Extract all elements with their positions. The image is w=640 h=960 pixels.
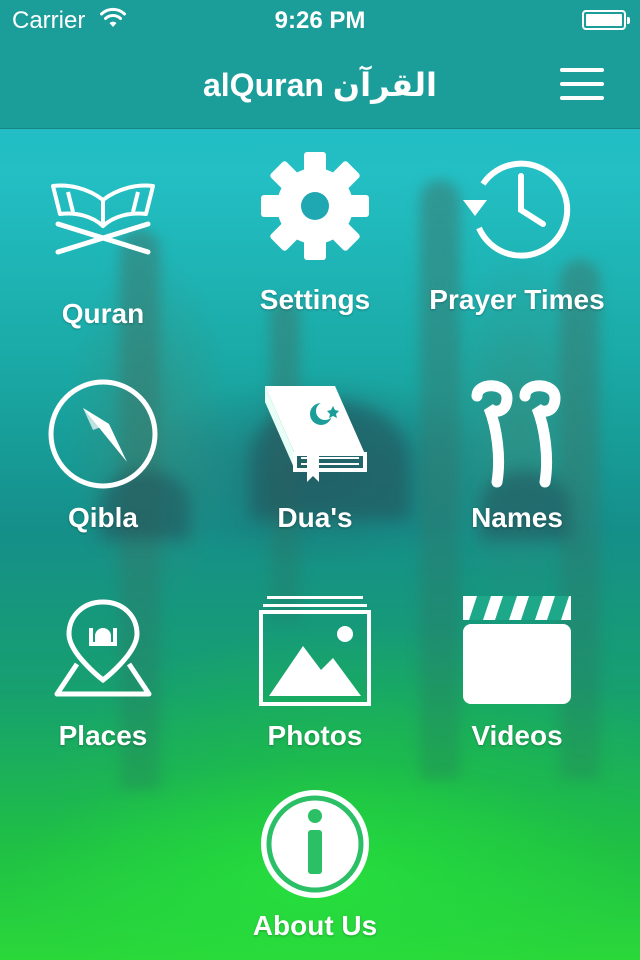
menu-item-label: Qibla [67, 502, 138, 533]
hamburger-menu-icon[interactable] [560, 68, 604, 100]
menu-item-about-us[interactable]: About Us [210, 788, 420, 960]
menu-item-label: Settings [259, 284, 371, 315]
menu-item-label: Quran [61, 298, 145, 329]
menu-item-label: Places [58, 720, 148, 751]
status-time: 9:26 PM [274, 7, 366, 34]
navigation-bar: alQuran القرآن [0, 40, 640, 129]
menu-item-label: Videos [471, 720, 563, 751]
menu-item-settings[interactable]: Settings [210, 150, 420, 350]
menu-item-qibla[interactable]: Qibla [0, 378, 208, 578]
app-title: alQuran القرآن [202, 67, 437, 103]
menu-item-label: Names [471, 502, 563, 533]
menu-item-duas[interactable]: Dua's [210, 378, 420, 578]
arabic-99-icon [467, 378, 567, 495]
compass-icon [47, 378, 159, 495]
info-circle-icon [259, 788, 371, 905]
menu-item-places[interactable]: Places [0, 598, 208, 798]
clock-history-icon [459, 150, 575, 271]
book-crescent-icon [259, 378, 371, 495]
photo-stack-icon [259, 594, 371, 711]
menu-item-label: Prayer Times [429, 284, 605, 315]
status-bar: Carrier 9:26 PM [0, 0, 640, 40]
menu-item-prayer-times[interactable]: Prayer Times [412, 150, 622, 350]
menu-item-names[interactable]: Names [412, 378, 622, 578]
menu-item-quran[interactable]: Quran [0, 170, 208, 370]
menu-item-label: About Us [252, 910, 378, 941]
battery-icon [582, 10, 630, 30]
gear-icon [259, 150, 371, 267]
menu-item-label: Dua's [277, 502, 353, 533]
open-quran-on-stand-icon [48, 170, 158, 265]
menu-item-videos[interactable]: Videos [412, 594, 622, 794]
menu-item-label: Photos [267, 720, 363, 751]
map-pin-mosque-icon [51, 598, 155, 707]
menu-item-photos[interactable]: Photos [210, 594, 420, 794]
clapperboard-icon [461, 594, 573, 711]
